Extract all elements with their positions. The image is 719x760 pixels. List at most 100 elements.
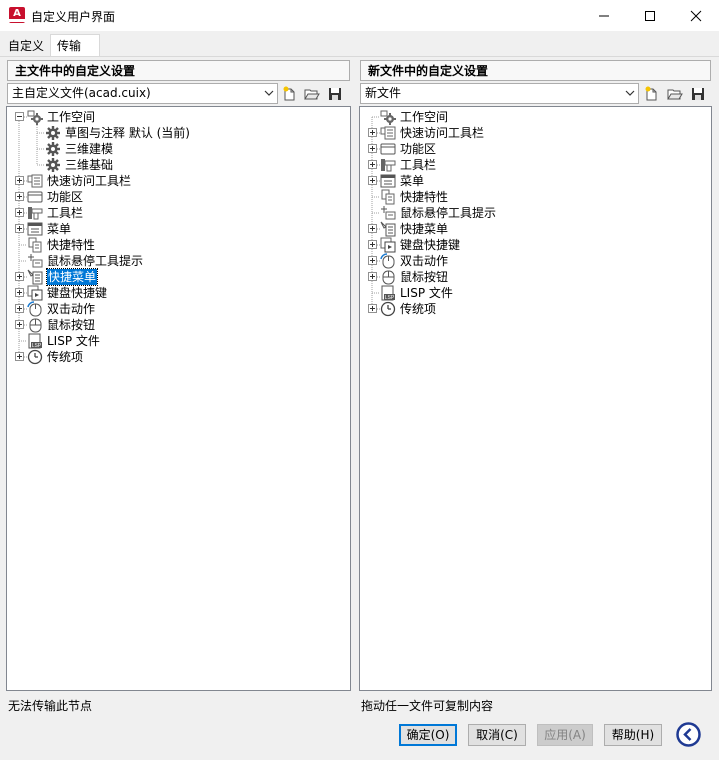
expand-plus-icon[interactable] (368, 160, 377, 169)
expand-plus-icon[interactable] (368, 256, 377, 265)
ok-button[interactable]: 确定(O) (399, 724, 457, 746)
toolbar-icon (380, 157, 396, 173)
tab-transfer[interactable]: 传输 (50, 34, 100, 56)
double-click-icon (380, 253, 396, 269)
tree-node[interactable]: 鼠标悬停工具提示 (360, 205, 711, 221)
expand-plus-icon[interactable] (368, 304, 377, 313)
tree-node[interactable]: 快捷特性 (7, 237, 350, 253)
collapse-panel-button[interactable] (676, 722, 701, 747)
tree-node[interactable]: 传统项 (7, 349, 350, 365)
expand-plus-icon[interactable] (15, 352, 24, 361)
expand-plus-icon[interactable] (15, 208, 24, 217)
quick-access-toolbar-icon (380, 125, 396, 141)
expand-plus-icon[interactable] (15, 304, 24, 313)
mouse-button-icon (27, 317, 43, 333)
tree-node-label: 快捷菜单 (400, 222, 449, 236)
tree-node[interactable]: 双击动作 (360, 253, 711, 269)
tree-node-label: 键盘快捷键 (47, 286, 108, 300)
tree-node-label: 草图与注释 默认 (当前) (65, 126, 190, 140)
expand-plus-icon[interactable] (15, 288, 24, 297)
tree-node[interactable]: 双击动作 (7, 301, 350, 317)
tree-node-label: 功能区 (400, 142, 437, 156)
menu-icon (380, 173, 396, 189)
left-tree[interactable]: 工作空间 草图与注释 默认 (当前) 三维建模 三维基础 快速访问工具栏 功能区工具栏菜单… (6, 106, 351, 691)
save-file-button[interactable] (325, 84, 345, 104)
tree-node-label: LISP 文件 (400, 286, 453, 300)
tab-customize[interactable]: 自定义 (4, 36, 48, 56)
tree-node-label: 双击动作 (47, 302, 96, 316)
tree-node[interactable]: 菜单 (7, 221, 350, 237)
expand-plus-icon[interactable] (15, 176, 24, 185)
right-new-file-button[interactable] (642, 84, 662, 104)
tree-node-label: 工具栏 (400, 158, 437, 172)
tree-node[interactable]: 功能区 (7, 189, 350, 205)
main-file-select[interactable]: 主自定义文件(acad.cuix) (7, 83, 278, 104)
tree-node[interactable]: 工作空间 (360, 109, 711, 125)
right-tree[interactable]: 工作空间快速访问工具栏 功能区工具栏菜单 快捷特性 鼠标悬停工具提示 快捷菜单 键盘快捷键… (359, 106, 712, 691)
tree-node-label: 工作空间 (400, 110, 449, 124)
tree-node[interactable]: 传统项 (360, 301, 711, 317)
tree-node[interactable]: 鼠标按钮 (7, 317, 350, 333)
double-click-icon (27, 301, 43, 317)
workspace-gear-icon (380, 109, 396, 125)
tree-node[interactable]: 菜单 (360, 173, 711, 189)
tree-node-label: 菜单 (400, 174, 425, 188)
tree-node-label: 鼠标悬停工具提示 (400, 206, 497, 220)
expand-plus-icon[interactable] (15, 224, 24, 233)
tree-node-label: 菜单 (47, 222, 72, 236)
tree-node[interactable]: 功能区 (360, 141, 711, 157)
tree-node[interactable]: LSP LISP 文件 (7, 333, 350, 349)
tree-node[interactable]: 三维基础 (7, 157, 350, 173)
tree-node[interactable]: 工具栏 (7, 205, 350, 221)
expand-plus-icon[interactable] (15, 192, 24, 201)
right-open-file-button[interactable] (665, 84, 685, 104)
maximize-button[interactable] (627, 0, 673, 31)
help-button[interactable]: 帮助(H) (604, 724, 662, 746)
new-file-select[interactable]: 新文件 (360, 83, 639, 104)
apply-button[interactable]: 应用(A) (537, 724, 593, 746)
tree-node[interactable]: 快速访问工具栏 (360, 125, 711, 141)
ribbon-icon (380, 141, 396, 157)
keyboard-shortcut-icon (27, 285, 43, 301)
new-file-icon (283, 86, 295, 101)
tree-node[interactable]: 键盘快捷键 (7, 285, 350, 301)
tree-node-label: 工具栏 (47, 206, 84, 220)
left-panel-header: 主文件中的自定义设置 (7, 60, 350, 81)
tree-node[interactable]: 快捷菜单 (360, 221, 711, 237)
expand-plus-icon[interactable] (368, 176, 377, 185)
tree-node-label: 快速访问工具栏 (400, 126, 485, 140)
tree-node[interactable]: 工具栏 (360, 157, 711, 173)
expand-plus-icon[interactable] (368, 240, 377, 249)
tree-node[interactable]: 鼠标悬停工具提示 (7, 253, 350, 269)
minimize-button[interactable] (581, 0, 627, 31)
expand-plus-icon[interactable] (368, 272, 377, 281)
expand-plus-icon[interactable] (15, 320, 24, 329)
new-file-button[interactable] (280, 84, 300, 104)
tree-node-label: 快捷菜单 (45, 268, 99, 286)
expand-plus-icon[interactable] (15, 272, 24, 281)
tree-node[interactable]: 快捷特性 (360, 189, 711, 205)
close-button[interactable] (673, 0, 719, 31)
tree-node[interactable]: 键盘快捷键 (360, 237, 711, 253)
tree-node-label: 功能区 (47, 190, 84, 204)
tree-node-label: 双击动作 (400, 254, 449, 268)
window-title: 自定义用户界面 (31, 10, 116, 24)
new-file-icon (645, 86, 657, 101)
tree-node[interactable]: LSP LISP 文件 (360, 285, 711, 301)
right-panel-header: 新文件中的自定义设置 (360, 60, 711, 81)
tree-node[interactable]: 快捷菜单 (7, 268, 350, 286)
tree-node[interactable]: 鼠标按钮 (360, 269, 711, 285)
right-save-file-button[interactable] (688, 84, 708, 104)
cancel-button[interactable]: 取消(C) (468, 724, 526, 746)
quick-properties-icon (380, 189, 396, 205)
tree-node[interactable]: 草图与注释 默认 (当前) (7, 125, 350, 141)
tree-node[interactable]: 工作空间 (7, 109, 350, 125)
collapse-minus-icon[interactable] (15, 112, 24, 121)
tree-node[interactable]: 三维建模 (7, 141, 350, 157)
open-file-button[interactable] (302, 84, 322, 104)
expand-plus-icon[interactable] (368, 144, 377, 153)
autocad-app-icon: A (9, 7, 25, 23)
expand-plus-icon[interactable] (368, 128, 377, 137)
expand-plus-icon[interactable] (368, 224, 377, 233)
tree-node[interactable]: 快速访问工具栏 (7, 173, 350, 189)
